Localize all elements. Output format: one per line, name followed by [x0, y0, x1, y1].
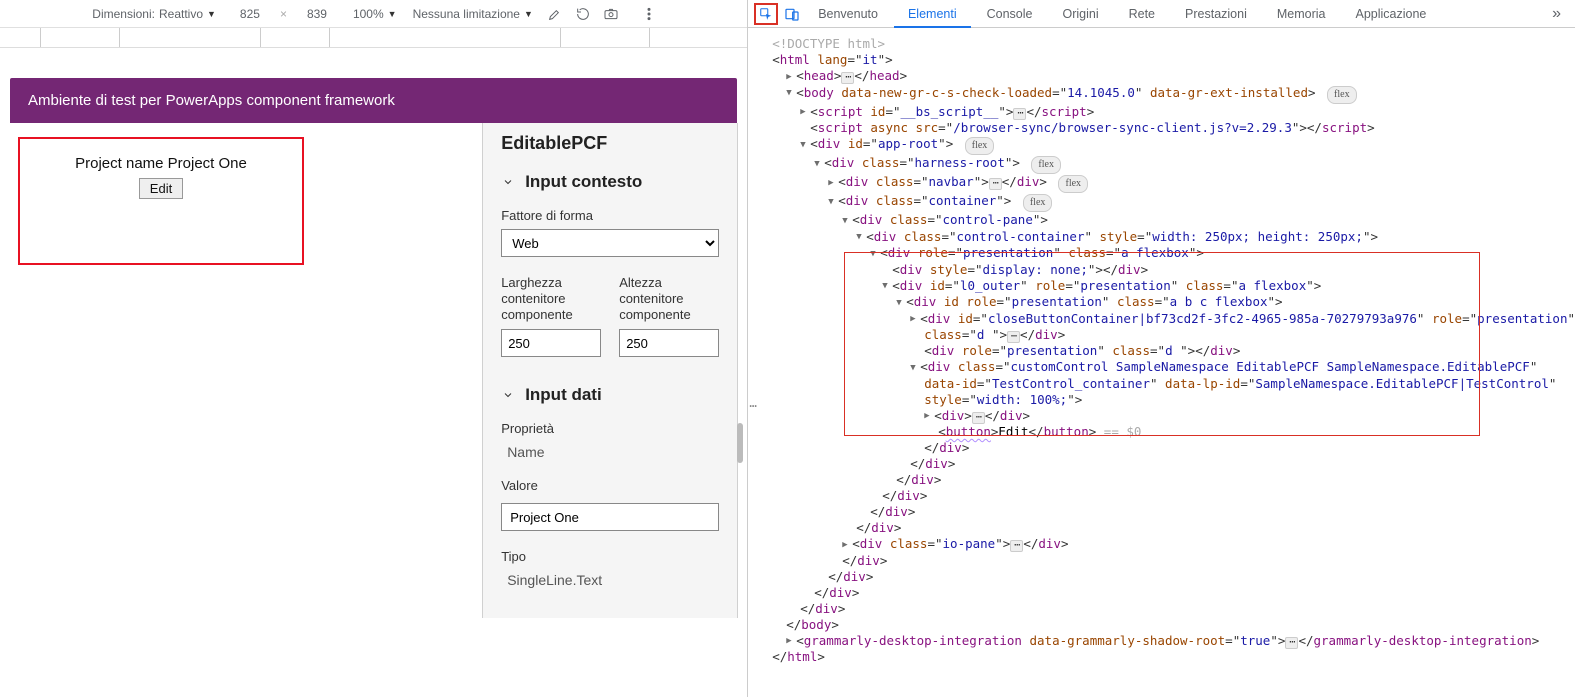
chevron-down-icon: ▼ [388, 9, 397, 19]
container-height-input[interactable] [619, 329, 719, 357]
value-input[interactable] [501, 503, 719, 531]
rotate-icon[interactable] [573, 4, 593, 24]
throttle-dropdown[interactable]: Nessuna limitazione ▼ [409, 5, 537, 23]
component-name-title: EditablePCF [501, 133, 719, 154]
devtools-tabs: Benvenuto Elementi Console Origini Rete … [748, 0, 1575, 28]
chevron-down-icon: ▼ [207, 9, 216, 19]
tab-rete[interactable]: Rete [1115, 0, 1169, 28]
tab-elementi[interactable]: Elementi [894, 0, 971, 28]
splitter-handle[interactable] [737, 423, 743, 463]
container-width-label: Larghezza contenitore componente [501, 275, 601, 323]
component-preview-box: Project name Project One Edit [18, 137, 304, 265]
eyedropper-icon[interactable] [545, 4, 565, 24]
screenshot-icon[interactable] [601, 4, 621, 24]
chevron-down-icon [501, 176, 515, 188]
value-label: Valore [501, 478, 719, 493]
inspect-element-icon[interactable] [754, 3, 778, 25]
section-label: Input dati [525, 385, 601, 405]
tab-origini[interactable]: Origini [1048, 0, 1112, 28]
device-toolbar: Dimensioni: Reattivo ▼ × 100% ▼ Nessuna … [0, 0, 747, 28]
tab-benvenuto[interactable]: Benvenuto [804, 0, 892, 28]
section-input-data[interactable]: Input dati [501, 385, 719, 405]
chevron-down-icon: ▼ [524, 9, 533, 19]
properties-panel: EditablePCF Input contesto Fattore di fo… [482, 123, 737, 618]
edit-button[interactable]: Edit [139, 178, 183, 199]
devtools-pane: Benvenuto Elementi Console Origini Rete … [748, 0, 1575, 697]
zoom-value: 100% [353, 7, 384, 21]
component-text: Project name Project One [30, 155, 292, 172]
tab-console[interactable]: Console [973, 0, 1047, 28]
width-input[interactable] [226, 5, 274, 23]
height-input[interactable] [293, 5, 341, 23]
tab-memoria[interactable]: Memoria [1263, 0, 1340, 28]
zoom-dropdown[interactable]: 100% ▼ [349, 5, 401, 23]
page-title: Ambiente di test per PowerApps component… [10, 78, 737, 123]
breakpoint-gutter-icon: ⋯ [748, 398, 760, 414]
throttle-value: Nessuna limitazione [413, 7, 520, 21]
container-width-input[interactable] [501, 329, 601, 357]
dom-node: <!DOCTYPE html> [772, 36, 885, 51]
form-factor-select[interactable]: Web [501, 229, 719, 257]
section-label: Input contesto [525, 172, 642, 192]
dimensions-label: Dimensioni: [92, 7, 155, 21]
dimensions-dropdown[interactable]: Dimensioni: Reattivo ▼ [88, 5, 220, 23]
container-height-label: Altezza contenitore componente [619, 275, 719, 323]
dimension-separator: × [280, 7, 287, 21]
kebab-icon[interactable] [639, 4, 659, 24]
device-toggle-icon[interactable] [782, 4, 802, 24]
property-label: Proprietà [501, 421, 719, 436]
dom-tree[interactable]: ⋯ <!DOCTYPE html> <html lang="it"> ▶<hea… [748, 28, 1575, 697]
type-value: SingleLine.Text [501, 570, 719, 588]
chevron-down-icon [501, 389, 515, 401]
dimensions-value: Reattivo [159, 7, 203, 21]
tab-applicazione[interactable]: Applicazione [1341, 0, 1440, 28]
device-preview-pane: Dimensioni: Reattivo ▼ × 100% ▼ Nessuna … [0, 0, 748, 697]
form-factor-label: Fattore di forma [501, 208, 719, 223]
property-value: Name [501, 442, 719, 460]
type-label: Tipo [501, 549, 719, 564]
ruler [0, 28, 747, 48]
section-input-context[interactable]: Input contesto [501, 172, 719, 192]
more-tabs-icon[interactable]: » [1544, 5, 1569, 23]
tab-prestazioni[interactable]: Prestazioni [1171, 0, 1261, 28]
